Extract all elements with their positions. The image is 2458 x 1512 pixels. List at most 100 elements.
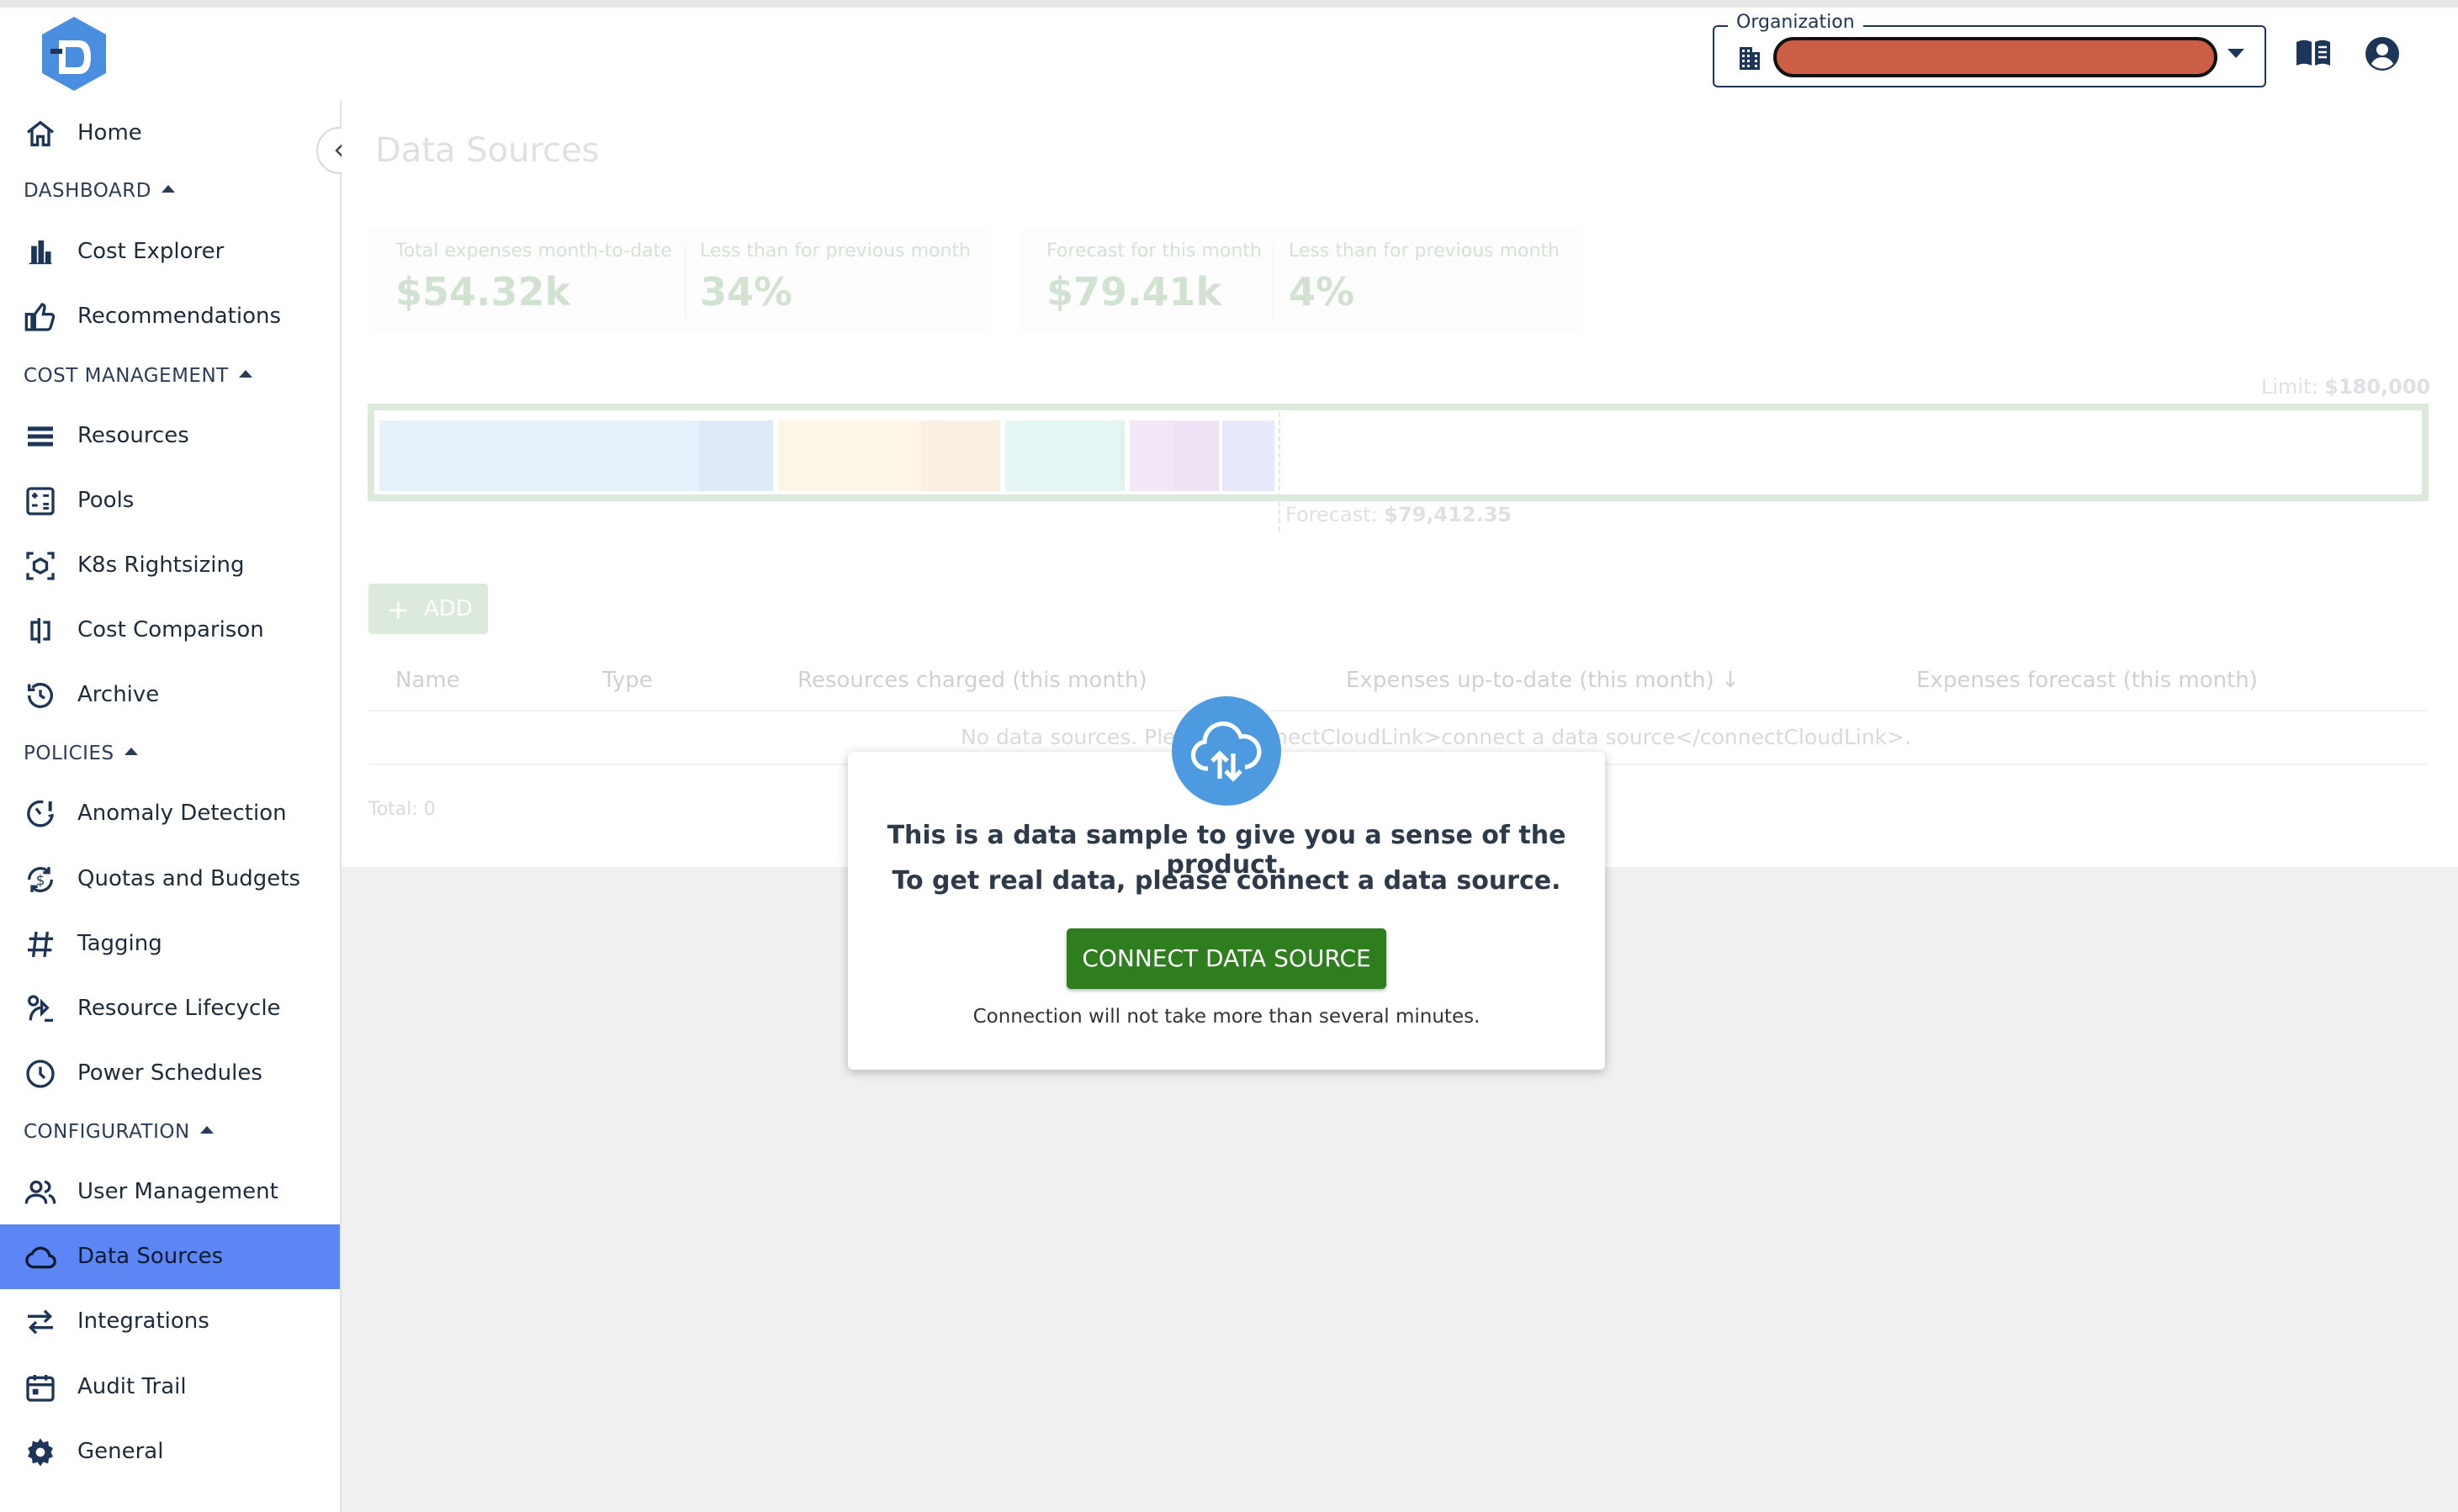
bar-segment [1173, 420, 1219, 491]
sidebar-item-label: General [77, 1439, 164, 1464]
sidebar-item-label: Power Schedules [77, 1060, 262, 1086]
arrow-down-icon: ↓ [1721, 668, 1740, 693]
kubernetes-icon [26, 552, 55, 580]
sidebar-item-label: Resources [77, 423, 189, 448]
connect-data-source-button[interactable]: CONNECT DATA SOURCE [1067, 928, 1386, 989]
column-header-resources-charged[interactable]: Resources charged (this month) [797, 668, 1147, 693]
section-cost-management[interactable]: COST MANAGEMENT [24, 365, 252, 387]
organization-label: Organization [1728, 12, 1863, 33]
organization-value-redacted [1773, 37, 2217, 77]
home-icon [26, 120, 55, 146]
sidebar-item-label: Recommendations [77, 304, 282, 329]
page-title: Data Sources [375, 131, 600, 170]
forecast-label: Forecast for this month [1046, 241, 1262, 262]
sidebar-item-home[interactable]: Home [0, 101, 340, 166]
sidebar-item-anomaly-detection[interactable]: Anomaly Detection [0, 781, 340, 846]
collapse-arrow-icon [238, 370, 252, 378]
total-expenses-value: $54.32k [395, 269, 571, 315]
bar-segment [1130, 420, 1173, 491]
sidebar-item-power-schedules[interactable]: Power Schedules [0, 1041, 340, 1106]
sidebar-item-k8s-rightsizing[interactable]: K8s Rightsizing [0, 533, 340, 598]
sidebar-item-integrations[interactable]: Integrations [0, 1289, 340, 1354]
bar-segment [921, 420, 1000, 491]
collapse-arrow-icon [199, 1126, 214, 1134]
dialog-message-line-2: To get real data, please connect a data … [892, 866, 1561, 896]
forecast-marker [1279, 404, 1280, 531]
swap-icon [28, 1309, 53, 1335]
expenses-bar [368, 404, 2429, 501]
dialog-note: Connection will not take more than sever… [972, 1006, 1481, 1028]
bar-segment [379, 420, 699, 491]
sidebar-item-user-management[interactable]: User Management [0, 1160, 340, 1224]
sidebar-item-label: Pools [77, 488, 135, 513]
list-icon [28, 426, 53, 447]
sidebar-item-label: Cost Comparison [77, 617, 264, 642]
bar-segment [699, 420, 773, 491]
section-dashboard[interactable]: DASHBOARD [24, 180, 175, 202]
bar-chart-icon [29, 240, 52, 265]
plus-icon: + [387, 594, 410, 626]
collapse-arrow-icon [161, 185, 175, 193]
sidebar-item-label: Tagging [77, 931, 162, 956]
column-header-expenses-forecast[interactable]: Expenses forecast (this month) [1916, 668, 2258, 693]
collapse-arrow-icon [124, 748, 138, 755]
lifecycle-icon [28, 995, 53, 1022]
forecast-summary-card: Forecast for this month $79.41k Less tha… [1020, 227, 1583, 333]
sidebar-item-cost-explorer[interactable]: Cost Explorer [0, 219, 340, 284]
table-divider [368, 710, 2429, 711]
calendar-icon [26, 1375, 55, 1402]
sidebar-item-resources[interactable]: Resources [0, 404, 340, 468]
sidebar-item-resource-lifecycle[interactable]: Resource Lifecycle [0, 976, 340, 1041]
sidebar-item-tagging[interactable]: Tagging [0, 912, 340, 976]
add-data-source-button[interactable]: + ADD [368, 584, 488, 634]
sidebar-item-label: Home [77, 120, 142, 145]
app-logo[interactable] [39, 15, 109, 93]
sidebar-item-label: Data Sources [77, 1244, 224, 1269]
forecast-comparison-value: 4% [1289, 269, 1355, 315]
sidebar-item-recommendations[interactable]: Recommendations [0, 284, 340, 349]
total-comparison-value: 34% [700, 269, 793, 315]
sidebar-item-label: User Management [77, 1179, 278, 1204]
history-icon [28, 683, 53, 709]
section-policies[interactable]: POLICIES [24, 743, 138, 764]
column-header-expenses-up-to-date[interactable]: Expenses up-to-date (this month) ↓ [1346, 668, 1740, 693]
sidebar-item-label: Integrations [77, 1308, 209, 1334]
clock-icon [26, 1060, 55, 1088]
sidebar-item-label: Archive [77, 682, 160, 707]
cloud-upload-download-icon [1172, 696, 1281, 806]
sidebar-item-data-sources[interactable]: Data Sources [0, 1224, 340, 1289]
top-border [0, 0, 2458, 8]
total-expenses-label: Total expenses month-to-date [395, 241, 672, 262]
cloud-icon [25, 1246, 56, 1269]
forecast-text: Forecast: $79,412.35 [1285, 503, 1512, 526]
bar-segment [1005, 420, 1120, 491]
compare-icon [30, 618, 50, 643]
sidebar-item-audit-trail[interactable]: Audit Trail [0, 1355, 340, 1419]
sidebar-item-quotas-and-budgets[interactable]: $ Quotas and Budgets [0, 847, 340, 912]
sidebar-item-label: Cost Explorer [77, 239, 225, 264]
empty-table-message: No data sources. Please <connectCloudLin… [961, 725, 1912, 749]
svg-text:$: $ [36, 873, 45, 889]
sidebar-item-pools[interactable]: Pools [0, 468, 340, 533]
forecast-value: $79.41k [1046, 269, 1222, 315]
limit-text: Limit: $180,000 [2261, 375, 2431, 399]
sidebar-item-general[interactable]: General [0, 1419, 340, 1484]
hash-icon [28, 931, 53, 958]
documentation-book-icon[interactable] [2293, 34, 2334, 74]
column-header-name[interactable]: Name [395, 668, 460, 693]
sidebar-item-cost-comparison[interactable]: Cost Comparison [0, 598, 340, 663]
users-icon [24, 1180, 56, 1204]
bar-segment [1120, 420, 1125, 491]
total-comparison-label: Less than for previous month [700, 241, 972, 262]
sidebar-item-label: Resource Lifecycle [77, 996, 281, 1021]
gear-icon [28, 1438, 53, 1467]
forecast-comparison-label: Less than for previous month [1289, 241, 1560, 262]
section-configuration[interactable]: CONFIGURATION [24, 1121, 214, 1143]
sidebar-item-label: Quotas and Budgets [77, 866, 301, 891]
column-header-type[interactable]: Type [602, 668, 653, 693]
account-circle-icon[interactable] [2362, 34, 2402, 74]
sidebar-item-archive[interactable]: Archive [0, 663, 340, 727]
table-total: Total: 0 [368, 799, 436, 820]
sidebar-item-label: Audit Trail [77, 1374, 187, 1399]
chevron-down-icon[interactable] [2228, 49, 2244, 58]
